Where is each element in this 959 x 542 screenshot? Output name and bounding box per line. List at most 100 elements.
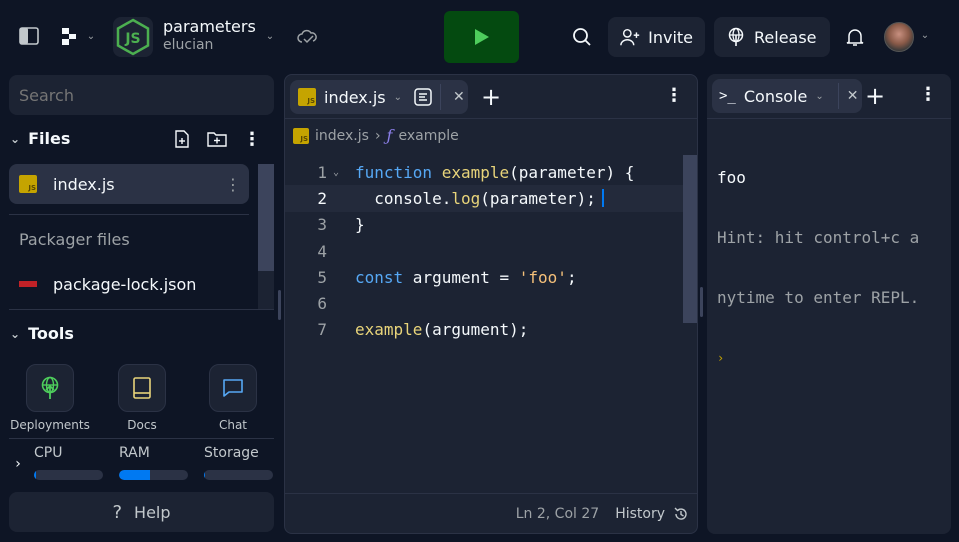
more-vertical-icon[interactable]: ⋮ xyxy=(665,85,683,106)
chevron-down-icon: ⌄ xyxy=(920,29,930,41)
npm-icon xyxy=(19,281,37,287)
code-text: (parameter); xyxy=(480,188,596,208)
book-icon xyxy=(133,377,151,399)
ram-usage-fill xyxy=(119,470,151,480)
code-text: argument = xyxy=(403,267,519,287)
divider xyxy=(707,118,951,119)
nodejs-icon: JS xyxy=(116,18,150,56)
line-number: 5 xyxy=(317,267,327,287)
chevron-down-icon: ⌄ xyxy=(10,131,21,146)
tab-console[interactable]: >_ Console ⌄ ✕ xyxy=(712,79,862,113)
console-hint-line: Hint: hit control+c a xyxy=(717,228,920,247)
repl-owner[interactable]: elucian xyxy=(163,37,213,53)
file-item-index-js[interactable]: JS index.js ⋮ xyxy=(9,164,249,204)
line-number: 6 xyxy=(317,294,327,314)
history-button[interactable]: History xyxy=(615,506,689,522)
tool-icon-box xyxy=(26,364,74,412)
more-vertical-icon: ⋮ xyxy=(243,128,261,150)
code-text: } xyxy=(355,215,365,235)
more-vertical-icon[interactable]: ⋮ xyxy=(919,84,937,105)
files-heading: Files xyxy=(28,129,71,148)
breadcrumb-file[interactable]: index.js xyxy=(315,128,369,144)
run-button[interactable] xyxy=(444,11,519,63)
divider xyxy=(837,83,839,109)
resources-expand-button[interactable]: › xyxy=(12,456,24,472)
invite-button[interactable]: Invite xyxy=(608,17,705,57)
outline-icon[interactable] xyxy=(414,88,432,106)
tab-index-js[interactable]: JS index.js ⌄ ✕ xyxy=(290,80,468,114)
string-literal: 'foo' xyxy=(518,267,567,287)
file-item-package-lock[interactable]: package-lock.json xyxy=(9,264,249,304)
tool-label: Docs xyxy=(127,418,157,432)
tools-section-toggle[interactable]: ⌄ Tools xyxy=(10,324,74,343)
tab-label: Console xyxy=(743,86,808,106)
search-input[interactable] xyxy=(9,75,274,115)
js-file-icon: JS xyxy=(298,88,316,106)
chevron-right-icon: › xyxy=(374,127,381,144)
js-file-icon: JS xyxy=(19,175,37,193)
tool-docs[interactable]: Docs xyxy=(102,364,182,432)
file-more-icon[interactable]: ⋮ xyxy=(225,175,241,194)
files-section-toggle[interactable]: ⌄ Files xyxy=(10,129,70,148)
line-number: 2 xyxy=(317,188,327,208)
chevron-down-icon: ⌄ xyxy=(86,30,96,42)
cursor-position[interactable]: Ln 2, Col 27 xyxy=(516,506,599,522)
repl-menu-chevron[interactable]: ⌄ xyxy=(262,28,278,44)
breadcrumb-symbol[interactable]: example xyxy=(398,128,458,144)
file-tree-scroll-thumb[interactable] xyxy=(258,164,274,271)
editor-resize-handle[interactable] xyxy=(700,287,703,317)
packager-files-heading: Packager files xyxy=(19,230,130,249)
code-text: ; xyxy=(566,267,577,287)
tools-heading: Tools xyxy=(28,324,74,343)
code-line: 3 } xyxy=(285,212,697,238)
cloud-sync-status[interactable] xyxy=(296,26,318,48)
code-editor[interactable]: 1 ⌄ function example(parameter) { 2 cons… xyxy=(285,159,697,343)
workspace-menu-button[interactable]: ⌄ xyxy=(57,24,99,48)
sidebar-toggle-icon xyxy=(19,27,39,45)
chevron-down-icon[interactable]: ⌄ xyxy=(394,92,402,103)
keyword: function xyxy=(355,162,433,182)
new-file-button[interactable] xyxy=(172,129,192,149)
notifications-button[interactable] xyxy=(845,26,865,48)
top-bar: ⌄ JS parameters elucian ⌄ Invite Release… xyxy=(0,0,959,72)
fold-chevron-icon[interactable]: ⌄ xyxy=(327,167,355,178)
code-text: (parameter) { xyxy=(509,162,635,182)
console-output[interactable]: foo Hint: hit control+c a nytime to ente… xyxy=(717,128,919,408)
add-tab-icon[interactable]: + xyxy=(865,82,885,110)
close-tab-icon[interactable]: ✕ xyxy=(847,88,859,104)
cpu-usage-fill xyxy=(34,470,37,480)
function-icon: ƒ xyxy=(386,126,393,145)
toggle-sidebar-button[interactable] xyxy=(18,26,40,46)
tool-label: Chat xyxy=(218,418,248,432)
js-file-icon: JS xyxy=(293,127,309,144)
close-tab-icon[interactable]: ✕ xyxy=(453,89,465,105)
search-button[interactable] xyxy=(571,26,593,48)
tool-deployments[interactable]: Deployments xyxy=(10,364,90,432)
new-folder-button[interactable] xyxy=(206,129,228,149)
ram-label: RAM xyxy=(119,445,150,461)
help-button[interactable]: ? Help xyxy=(9,492,274,532)
terminal-icon: >_ xyxy=(719,88,736,104)
code-line: 1 ⌄ function example(parameter) { xyxy=(285,159,697,185)
editor-tab-bar: JS index.js ⌄ ✕ + ⋮ xyxy=(285,75,697,119)
tool-icon-box xyxy=(209,364,257,412)
cloud-check-icon xyxy=(297,29,317,44)
line-number: 1 xyxy=(317,162,327,182)
divider xyxy=(440,84,442,110)
files-more-button[interactable]: ⋮ xyxy=(243,128,261,150)
editor-scrollbar[interactable] xyxy=(683,155,697,323)
add-tab-icon[interactable]: + xyxy=(481,83,501,111)
new-folder-icon xyxy=(207,132,227,147)
breadcrumb: JS index.js › ƒ example xyxy=(293,126,459,145)
user-avatar[interactable] xyxy=(884,22,914,52)
play-icon xyxy=(474,29,489,45)
chevron-down-icon[interactable]: ⌄ xyxy=(815,91,823,102)
release-button[interactable]: Release xyxy=(714,17,830,57)
tool-chat[interactable]: Chat xyxy=(193,364,273,432)
divider xyxy=(9,309,274,310)
account-menu-chevron[interactable]: ⌄ xyxy=(918,28,932,42)
sidebar-resize-handle[interactable] xyxy=(278,290,281,320)
code-line-current: 2 console.log(parameter); xyxy=(285,185,697,212)
repl-name[interactable]: parameters xyxy=(163,17,256,36)
divider xyxy=(9,214,249,215)
